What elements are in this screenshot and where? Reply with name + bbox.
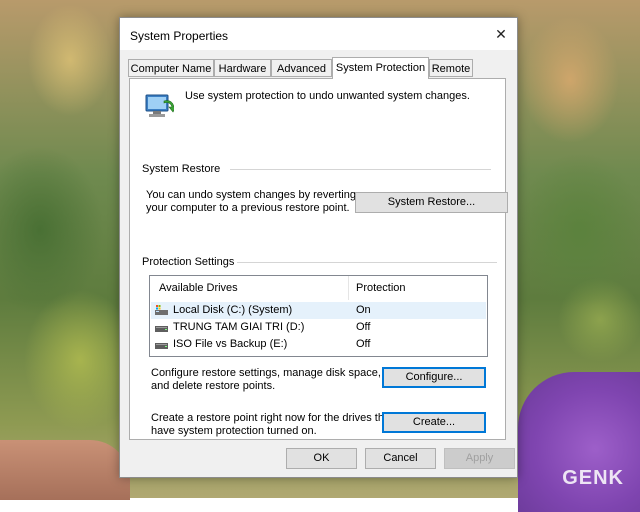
drive-name: TRUNG TAM GIAI TRI (D:) [173, 321, 305, 333]
ok-button[interactable]: OK [286, 448, 357, 469]
protection-settings-group-label: Protection Settings [142, 256, 235, 268]
configure-description-1: Configure restore settings, manage disk … [151, 367, 381, 379]
drive-protection-status: Off [356, 321, 371, 333]
intro-text: Use system protection to undo unwanted s… [185, 90, 470, 102]
create-description-2: have system protection turned on. [151, 425, 317, 437]
drive-row[interactable]: TRUNG TAM GIAI TRI (D:) Off [151, 319, 486, 336]
drive-name: ISO File vs Backup (E:) [173, 338, 288, 350]
tab-system-protection[interactable]: System Protection [332, 57, 429, 79]
system-protection-panel: Use system protection to undo unwanted s… [129, 78, 508, 440]
column-header-protection[interactable]: Protection [356, 276, 406, 300]
configure-button[interactable]: Configure... [382, 367, 486, 388]
system-restore-group-label: System Restore [142, 163, 221, 175]
tab-remote[interactable]: Remote [429, 59, 473, 77]
column-separator[interactable] [348, 276, 349, 300]
drive-icon [155, 326, 168, 332]
cancel-button[interactable]: Cancel [365, 448, 436, 469]
drive-icon [155, 343, 168, 349]
drive-protection-status: Off [356, 338, 371, 350]
drive-row[interactable]: ISO File vs Backup (E:) Off [151, 336, 486, 353]
system-protection-icon [145, 94, 174, 117]
system-drive-icon [155, 305, 168, 315]
system-restore-description-1: You can undo system changes by reverting [146, 189, 356, 201]
tab-advanced[interactable]: Advanced [271, 59, 332, 77]
configure-description-2: and delete restore points. [151, 380, 276, 392]
drive-row[interactable]: Local Disk (C:) (System) On [151, 302, 486, 319]
drive-name: Local Disk (C:) (System) [173, 304, 293, 316]
group-divider [230, 169, 491, 170]
tab-computer-name[interactable]: Computer Name [128, 59, 214, 77]
tab-hardware[interactable]: Hardware [214, 59, 271, 77]
group-divider [237, 262, 497, 263]
close-icon[interactable]: ✕ [489, 22, 513, 46]
create-button[interactable]: Create... [382, 412, 486, 433]
background-clothing [518, 372, 640, 512]
system-restore-button[interactable]: System Restore... [355, 192, 508, 213]
apply-button[interactable]: Apply [444, 448, 515, 469]
window-title: System Properties [130, 29, 229, 43]
drive-protection-status: On [356, 304, 371, 316]
title-bar[interactable]: System Properties ✕ [120, 18, 517, 50]
column-header-available-drives[interactable]: Available Drives [159, 276, 238, 300]
background-arm [0, 440, 130, 500]
system-restore-description-2: your computer to a previous restore poin… [146, 202, 350, 214]
watermark-logo: GENK [562, 467, 624, 489]
drives-list[interactable]: Available Drives Protection Local Disk (… [149, 275, 488, 357]
create-description-1: Create a restore point right now for the… [151, 412, 394, 424]
system-properties-dialog: System Properties ✕ Computer Name Hardwa… [119, 17, 518, 478]
